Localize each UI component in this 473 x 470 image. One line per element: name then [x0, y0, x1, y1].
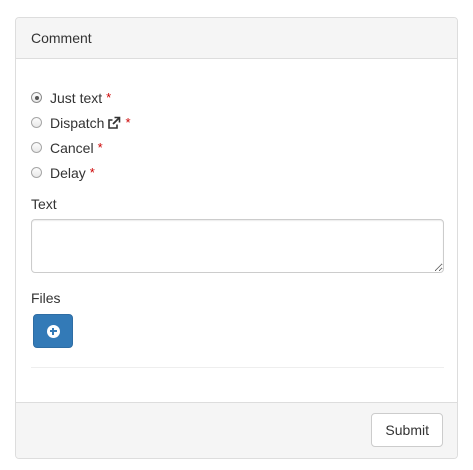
divider [31, 367, 444, 368]
required-marker: * [125, 115, 131, 130]
add-file-button[interactable] [33, 314, 73, 348]
plus-circle-icon [46, 324, 60, 338]
radio-option-dispatch[interactable]: Dispatch * [31, 110, 131, 135]
comment-panel: Comment Just text * Dispatch * Cancel * … [15, 17, 458, 459]
radio-option-delay[interactable]: Delay * [31, 160, 131, 185]
radio-button-just-text[interactable] [31, 92, 42, 103]
required-marker: * [106, 90, 112, 105]
text-field-label: Text [31, 196, 57, 212]
panel-body: Just text * Dispatch * Cancel * Delay * … [16, 59, 457, 403]
required-marker: * [97, 140, 103, 155]
radio-label-dispatch: Dispatch [50, 114, 105, 131]
panel-title: Comment [31, 30, 92, 46]
comment-type-radio-group: Just text * Dispatch * Cancel * Delay * [31, 85, 131, 185]
radio-option-just-text[interactable]: Just text * [31, 85, 131, 110]
radio-button-delay[interactable] [31, 167, 42, 178]
radio-button-cancel[interactable] [31, 142, 42, 153]
panel-heading: Comment [16, 18, 457, 59]
required-marker: * [89, 165, 95, 180]
text-input[interactable] [31, 219, 444, 273]
radio-label-just-text: Just text [50, 89, 103, 106]
radio-label-cancel: Cancel [50, 139, 94, 156]
external-link-icon[interactable] [107, 116, 121, 130]
radio-option-cancel[interactable]: Cancel * [31, 135, 131, 160]
files-field-label: Files [31, 290, 61, 306]
radio-button-dispatch[interactable] [31, 117, 42, 128]
radio-label-delay: Delay [50, 164, 86, 181]
submit-button[interactable]: Submit [371, 413, 443, 447]
panel-footer: Submit [16, 402, 457, 458]
